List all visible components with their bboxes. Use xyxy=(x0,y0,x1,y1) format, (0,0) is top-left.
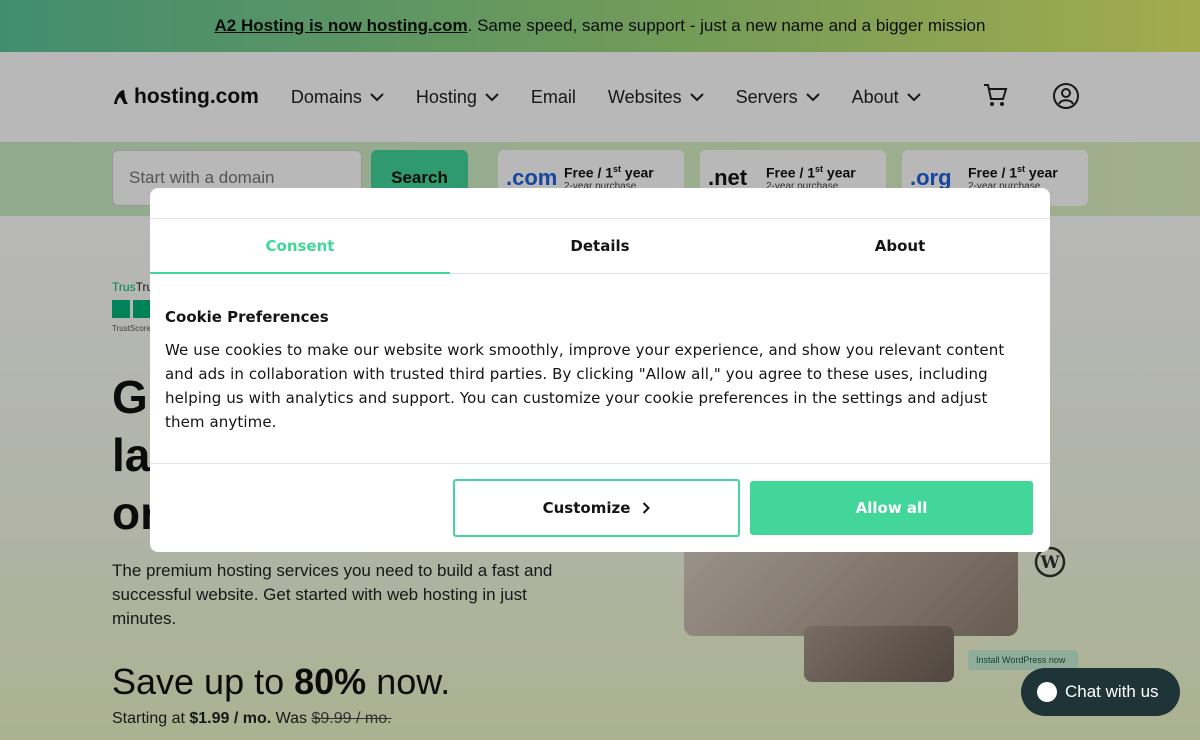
chat-button[interactable]: Chat with us xyxy=(1021,668,1180,716)
customize-button[interactable]: Customize xyxy=(453,479,740,537)
cookie-consent-dialog: Consent Details About Cookie Preferences… xyxy=(150,188,1050,552)
consent-tabs: Consent Details About xyxy=(150,218,1050,274)
consent-heading: Cookie Preferences xyxy=(165,308,329,326)
customize-label: Customize xyxy=(542,499,631,517)
allow-all-button[interactable]: Allow all xyxy=(750,481,1033,535)
chat-bubble-icon xyxy=(1037,682,1057,702)
consent-text: We use cookies to make our website work … xyxy=(165,341,1005,431)
consent-body: Cookie Preferences We use cookies to mak… xyxy=(165,308,1025,434)
tab-details[interactable]: Details xyxy=(450,219,750,273)
chat-label: Chat with us xyxy=(1065,682,1159,701)
tab-about[interactable]: About xyxy=(750,219,1050,273)
chevron-right-icon xyxy=(643,502,651,514)
tab-consent[interactable]: Consent xyxy=(150,219,450,274)
consent-footer: Customize Allow all xyxy=(150,463,1050,552)
